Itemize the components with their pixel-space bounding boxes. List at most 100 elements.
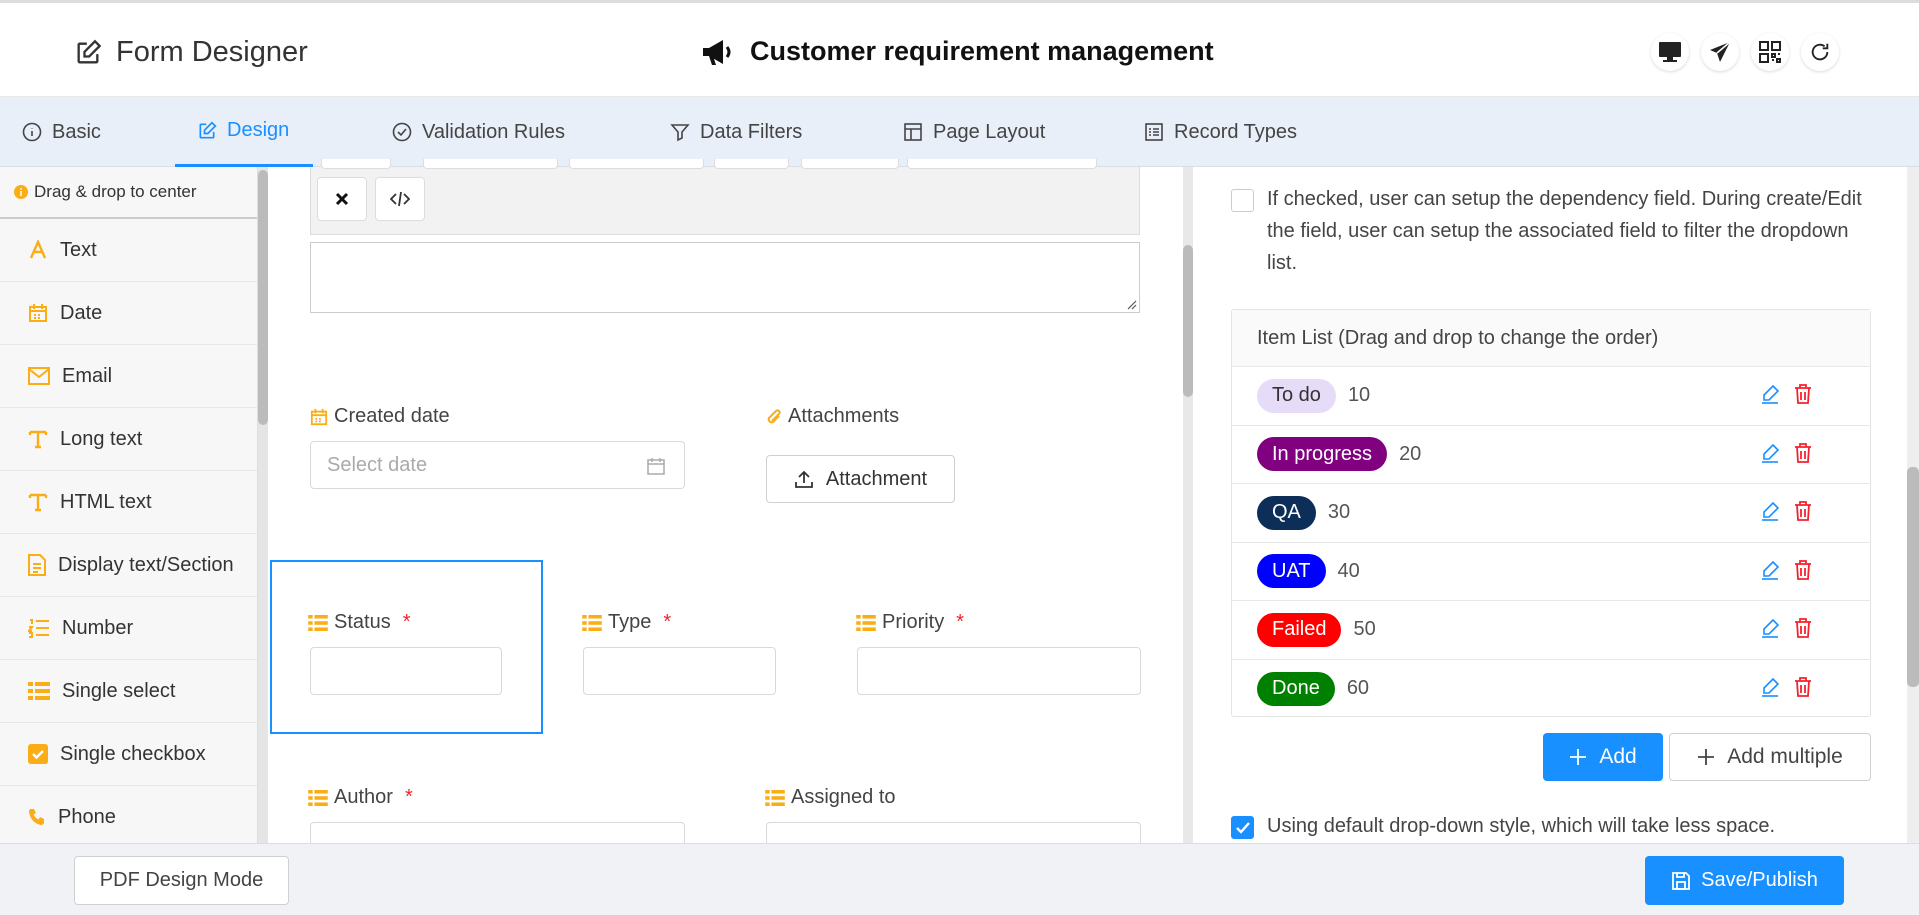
item-actions (1760, 676, 1812, 697)
item-color-pill: To do (1257, 378, 1336, 413)
author-input[interactable] (310, 822, 685, 843)
add-multiple-button[interactable]: Add multiple (1669, 733, 1871, 781)
palette-item-label: Single checkbox (60, 742, 206, 765)
palette-item-label: Single select (62, 679, 176, 702)
tab-validation-rules[interactable]: Validation Rules (392, 97, 565, 167)
refresh-button[interactable] (1801, 33, 1839, 71)
author-label-text: Author (334, 786, 393, 808)
delete-icon[interactable] (1794, 676, 1812, 697)
item-value: 10 (1347, 384, 1371, 407)
tab-design[interactable]: Design (175, 97, 314, 167)
mail-icon (28, 367, 50, 385)
required-marker: * (663, 611, 672, 633)
item-list-row[interactable]: UAT 40 (1232, 543, 1870, 601)
tab-page-layout[interactable]: Page Layout (903, 97, 1045, 167)
palette-item-label: Date (60, 301, 103, 324)
calendar-icon (28, 303, 48, 323)
item-color-pill: Done (1257, 671, 1335, 706)
attachment-upload-button[interactable]: Attachment (766, 455, 955, 503)
item-value: 40 (1337, 559, 1360, 582)
qrcode-icon (1759, 41, 1781, 63)
palette-item-number[interactable]: Number (0, 597, 257, 660)
rich-text-toolbar (310, 159, 1140, 235)
desktop-icon (1658, 41, 1682, 63)
item-list-row[interactable]: In progress 20 (1232, 426, 1870, 484)
priority-select[interactable] (857, 647, 1141, 695)
palette-item-html-text[interactable]: HTML text (0, 471, 257, 534)
type-select[interactable] (583, 647, 776, 695)
header-actions (1651, 33, 1839, 71)
palette-scroll-thumb[interactable] (258, 170, 268, 425)
delete-icon[interactable] (1794, 501, 1812, 521)
assigned-to-label: Assigned to (765, 786, 896, 809)
item-list-row[interactable]: Failed 50 (1232, 601, 1870, 660)
required-marker: * (956, 611, 965, 633)
status-select[interactable] (310, 647, 502, 695)
qrcode-button[interactable] (1751, 33, 1789, 71)
dependency-checkbox[interactable] (1231, 189, 1254, 212)
item-list-row[interactable]: To do 10 (1232, 367, 1870, 426)
item-list-row[interactable]: QA 30 (1232, 484, 1870, 543)
delete-icon[interactable] (1794, 618, 1812, 638)
calendar-icon (646, 456, 666, 476)
palette-item-email[interactable]: Email (0, 345, 257, 408)
created-date-input[interactable]: Select date (310, 441, 685, 489)
item-value: 60 (1346, 677, 1370, 700)
checkmark-icon (1235, 821, 1251, 835)
attachments-label-text: Attachments (788, 405, 900, 427)
palette-item-label: Text (60, 238, 97, 261)
palette-item-text[interactable]: Text (0, 219, 257, 282)
send-button[interactable] (1701, 33, 1739, 71)
palette-item-long-text[interactable]: Long text (0, 408, 257, 471)
edit-icon[interactable] (1760, 501, 1780, 521)
tab-basic[interactable]: Basic (22, 97, 101, 167)
clear-format-button[interactable] (317, 177, 367, 221)
phone-icon (28, 808, 46, 826)
attachment-button-label: Attachment (825, 467, 928, 490)
status-label: Status * (308, 611, 411, 634)
code-view-button[interactable] (375, 177, 425, 221)
palette-item-phone[interactable]: Phone (0, 786, 257, 843)
add-button[interactable]: Add (1543, 733, 1663, 781)
canvas-scroll-thumb[interactable] (1183, 245, 1193, 397)
delete-icon[interactable] (1794, 384, 1812, 404)
assigned-to-input[interactable] (766, 822, 1141, 843)
edit-icon[interactable] (1760, 677, 1780, 697)
type-label-text: Type (608, 611, 652, 633)
list-box-icon (1144, 122, 1164, 142)
save-publish-button[interactable]: Save/Publish (1645, 856, 1844, 905)
info-circle-icon (22, 122, 42, 142)
desktop-preview-button[interactable] (1651, 33, 1689, 71)
item-list-row[interactable]: Done 60 (1232, 660, 1870, 719)
filter-icon (670, 122, 690, 142)
attachments-label: Attachments (766, 405, 899, 428)
palette-item-single-checkbox[interactable]: Single checkbox (0, 723, 257, 786)
tab-data-filters[interactable]: Data Filters (670, 97, 802, 167)
edit-icon[interactable] (1760, 560, 1780, 580)
tab-record-types[interactable]: Record Types (1144, 97, 1297, 167)
list-icon (765, 789, 785, 806)
default-dropdown-checkbox[interactable] (1231, 816, 1254, 839)
resize-handle-icon[interactable] (1125, 298, 1137, 310)
delete-icon[interactable] (1794, 442, 1812, 463)
edit-icon[interactable] (1760, 384, 1780, 404)
tab-design-label: Design (227, 119, 290, 141)
palette-item-display-text[interactable]: Display text/Section (0, 534, 257, 597)
palette-hint: Drag & drop to center (0, 167, 257, 219)
edit-icon[interactable] (1760, 618, 1780, 638)
html-text-editor[interactable] (310, 242, 1140, 313)
page-title: Customer requirement management (750, 36, 1214, 66)
upload-icon (794, 470, 814, 488)
delete-icon[interactable] (1794, 559, 1812, 580)
pdf-design-mode-button[interactable]: PDF Design Mode (74, 856, 289, 905)
code-icon (390, 191, 410, 207)
palette-item-date[interactable]: Date (0, 282, 257, 345)
palette-item-single-select[interactable]: Single select (0, 660, 257, 723)
properties-scroll-thumb[interactable] (1907, 467, 1919, 687)
plus-icon (1569, 748, 1587, 766)
text-icon (28, 429, 48, 449)
app-header: Form Designer Customer requirement manag… (0, 0, 1919, 97)
item-actions (1760, 559, 1812, 580)
check-circle-icon (392, 122, 412, 142)
edit-icon[interactable] (1760, 443, 1780, 463)
